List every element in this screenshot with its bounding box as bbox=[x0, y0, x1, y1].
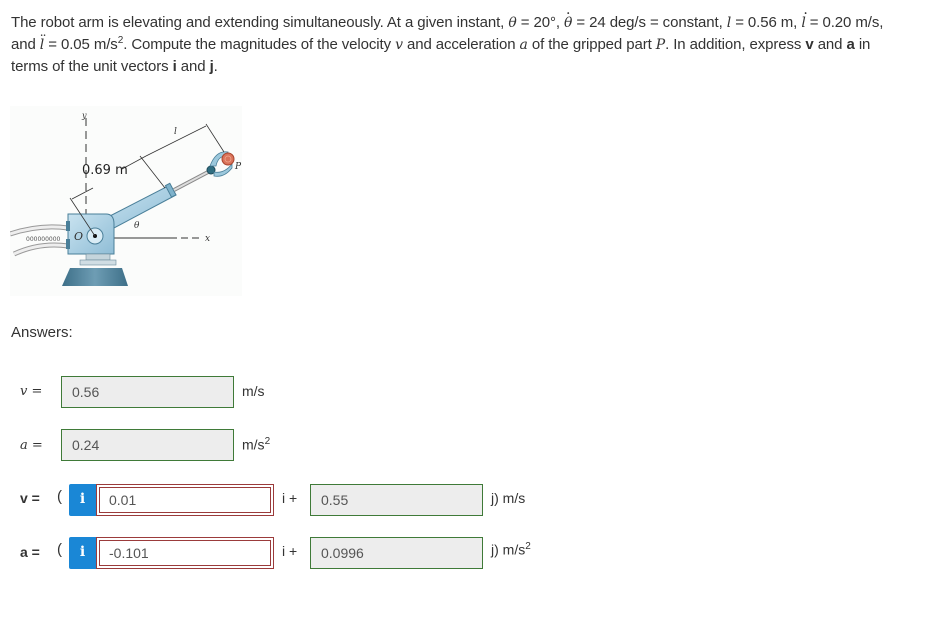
info-icon: i bbox=[79, 544, 86, 560]
x-axis-label: x bbox=[205, 234, 210, 244]
y-axis-label: y bbox=[81, 111, 87, 120]
problem-text: The robot arm is elevating and extending… bbox=[11, 14, 509, 31]
v-vector-label: v = bbox=[20, 490, 40, 506]
a-j-component-input[interactable]: 0.0996 bbox=[310, 537, 483, 569]
a-vector-label: a = bbox=[20, 544, 40, 560]
dimension-label-069: 0.69 m bbox=[82, 163, 128, 178]
v-i-separator: i + bbox=[282, 490, 298, 506]
spring-coil: 000000000 bbox=[26, 236, 61, 243]
l-dot-symbol: l bbox=[801, 0, 808, 34]
a-i-component-input[interactable]: -0.101 bbox=[96, 537, 274, 569]
theta-label: θ bbox=[134, 221, 140, 231]
problem-text: and bbox=[176, 58, 210, 75]
gripped-part-p bbox=[221, 152, 235, 166]
a-vector-open-paren: ( bbox=[57, 541, 62, 558]
a-i-info-button[interactable]: i bbox=[69, 537, 96, 569]
problem-text: . In addition, express bbox=[665, 36, 806, 53]
v-vector-unit: j) m/s bbox=[491, 490, 526, 506]
v-symbol: v bbox=[395, 37, 403, 53]
pedestal-base bbox=[62, 268, 128, 286]
p-symbol: P bbox=[655, 37, 666, 53]
a-magnitude-input[interactable]: 0.24 bbox=[61, 429, 234, 461]
v-i-component-input[interactable]: 0.01 bbox=[96, 484, 274, 516]
problem-text: terms of the unit vectors bbox=[11, 58, 173, 75]
v-magnitude-label: v = bbox=[20, 384, 43, 399]
theta-dot-symbol: θ bbox=[564, 0, 572, 34]
a-symbol: a bbox=[519, 37, 528, 53]
origin-label: O bbox=[74, 230, 83, 243]
a-vector-unit-sup: 2 bbox=[525, 541, 531, 552]
problem-text: in bbox=[854, 36, 871, 53]
v-j-component-input[interactable]: 0.55 bbox=[310, 484, 483, 516]
problem-text: and bbox=[813, 36, 847, 53]
v-vector-open-paren: ( bbox=[57, 488, 62, 505]
pedestal-neck bbox=[85, 253, 111, 261]
problem-text: . Compute the magnitudes of the velocity bbox=[123, 36, 396, 53]
a-vector-unit-text: j) m/s bbox=[491, 541, 526, 558]
pedestal-plate bbox=[79, 259, 117, 266]
a-magnitude-unit-text: m/s bbox=[242, 436, 265, 453]
theta-value: = 20°, bbox=[516, 14, 564, 31]
theta-symbol: θ bbox=[508, 15, 517, 31]
v-magnitude-unit: m/s bbox=[242, 383, 265, 399]
hose-port-upper bbox=[66, 221, 70, 231]
l-ddot-value: = 0.05 m/s bbox=[44, 36, 118, 53]
problem-text: and acceleration bbox=[402, 36, 520, 53]
a-magnitude-unit-sup: 2 bbox=[264, 436, 271, 447]
theta-dot-value: = 24 deg/s = constant, bbox=[572, 14, 727, 31]
answers-heading: Answers: bbox=[11, 324, 73, 341]
l-dot-value: = 0.20 m/s, bbox=[805, 14, 884, 31]
v-vector-symbol: v bbox=[805, 36, 814, 53]
a-vector-unit: j) m/s2 bbox=[491, 541, 531, 558]
problem-text: . bbox=[213, 58, 218, 75]
problem-statement: The robot arm is elevating and extending… bbox=[11, 0, 926, 78]
problem-text: and bbox=[11, 36, 40, 53]
a-magnitude-unit: m/s2 bbox=[242, 436, 270, 453]
v-magnitude-input[interactable]: 0.56 bbox=[61, 376, 234, 408]
figure-background bbox=[10, 106, 242, 296]
l-ddot-symbol: l bbox=[40, 21, 46, 56]
length-l-label: l bbox=[174, 127, 177, 137]
point-p-label: P bbox=[234, 162, 242, 172]
problem-text: of the gripped part bbox=[527, 36, 656, 53]
l-value: = 0.56 m, bbox=[731, 14, 802, 31]
a-magnitude-label: a = bbox=[20, 438, 43, 453]
v-i-info-button[interactable]: i bbox=[69, 484, 96, 516]
info-icon: i bbox=[79, 491, 86, 507]
hose-port-lower bbox=[66, 239, 70, 249]
robot-arm-figure: y x 000000000 P O θ 0.69 m l bbox=[10, 106, 242, 296]
a-i-separator: i + bbox=[282, 543, 298, 559]
a-vector-symbol: a bbox=[846, 36, 855, 53]
